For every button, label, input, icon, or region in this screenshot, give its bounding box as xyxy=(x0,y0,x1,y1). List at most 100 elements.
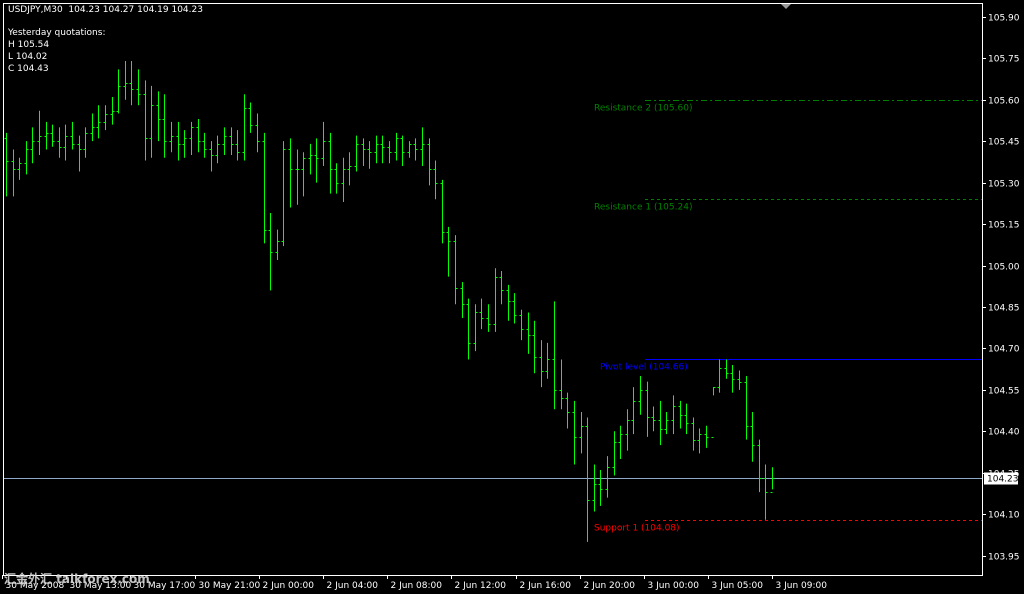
ohlc-bar xyxy=(750,411,755,462)
ohlc-bar xyxy=(63,124,68,161)
y-tick-label: 105.60 xyxy=(988,97,1020,107)
x-tick-label: 3 Jun 00:00 xyxy=(648,581,700,591)
ohlc-bar xyxy=(526,312,531,354)
ohlc-bar xyxy=(387,141,392,164)
ohlc-bar xyxy=(288,138,293,208)
y-tick-label: 104.10 xyxy=(988,511,1020,521)
x-tick-label: 2 Jun 04:00 xyxy=(327,581,379,591)
ohlc-bar xyxy=(248,102,253,133)
ohlc-bar xyxy=(255,113,260,153)
ohlc-bar xyxy=(592,464,597,512)
ohlc-bar xyxy=(268,213,273,291)
ohlc-bar xyxy=(473,304,478,352)
ohlc-bar xyxy=(605,456,610,498)
ohlc-bar xyxy=(83,127,88,158)
y-tick-label: 104.70 xyxy=(988,345,1020,355)
ohlc-bar xyxy=(420,127,425,167)
ohlc-bar xyxy=(684,403,689,435)
ohlc-bar xyxy=(341,157,346,202)
ohlc-bar xyxy=(612,431,617,476)
level-label: Support 1 (104.08) xyxy=(594,524,680,534)
ohlc-bar xyxy=(711,387,716,438)
ohlc-bar xyxy=(295,149,300,205)
ohlc-bar xyxy=(539,340,544,388)
ohlc-bar xyxy=(143,80,148,161)
ohlc-bar xyxy=(17,157,22,180)
level-label: Resistance 1 (105.24) xyxy=(594,203,692,213)
ohlc-bar xyxy=(737,370,742,390)
ohlc-bar xyxy=(301,152,306,197)
ohlc-bar xyxy=(262,132,267,244)
yesterday-quotations-label: Yesterday quotations: xyxy=(8,28,106,38)
pivot-levels: Resistance 2 (105.60) Resistance 1 (105.2… xyxy=(3,100,982,534)
chart-title: USDJPY,M30 104.23 104.27 104.19 104.23 xyxy=(8,5,203,15)
ohlc-bar xyxy=(149,85,154,158)
ohlc-bar xyxy=(222,127,227,155)
ohlc-bar xyxy=(763,464,768,520)
y-tick-label: 104.40 xyxy=(988,428,1020,438)
ohlc-bar xyxy=(162,94,167,158)
ohlc-bar xyxy=(552,301,557,410)
ohlc-bar xyxy=(671,395,676,435)
ohlc-bar xyxy=(664,411,669,435)
y-tick-label: 103.95 xyxy=(988,553,1020,563)
y-tick-label: 105.30 xyxy=(988,180,1020,190)
ohlc-bar xyxy=(308,143,313,175)
ohlc-bar xyxy=(618,425,623,459)
ohlc-bar xyxy=(493,268,498,332)
ohlc-bar xyxy=(724,359,729,379)
x-tick-label: 2 Jun 12:00 xyxy=(455,581,507,591)
ohlc-bar xyxy=(367,141,372,169)
ohlc-bar xyxy=(314,138,319,183)
ohlc-bar xyxy=(704,425,709,448)
y-tick-label: 104.55 xyxy=(988,387,1020,397)
ohlc-bar xyxy=(453,235,458,305)
ohlc-bar xyxy=(585,417,590,542)
current-price-label: 104.23 xyxy=(987,475,1019,485)
ohlc-bar xyxy=(347,152,352,186)
ohlc-bar xyxy=(717,359,722,393)
ohlc-bar xyxy=(57,127,62,158)
ohlc-bar xyxy=(499,271,504,305)
ohlc-bar xyxy=(50,124,55,147)
ohlc-bar xyxy=(176,121,181,161)
ohlc-bar xyxy=(479,298,484,330)
ohlc-bar xyxy=(169,121,174,153)
x-tick-label: 2 Jun 16:00 xyxy=(520,581,572,591)
ohlc-bar xyxy=(374,135,379,164)
ohlc-bar xyxy=(275,229,280,260)
ohlc-bar xyxy=(598,469,603,506)
ohlc-bar xyxy=(744,376,749,440)
ohlc-bar xyxy=(24,141,29,175)
ohlc-bar xyxy=(625,409,630,451)
ohlc-bar xyxy=(189,121,194,155)
ohlc-bar xyxy=(433,160,438,200)
watermark-logo: 汇金外汇 talkforex.com xyxy=(4,572,150,586)
x-tick-label: 3 Jun 09:00 xyxy=(776,581,828,591)
x-tick-label: 2 Jun 20:00 xyxy=(584,581,636,591)
ohlc-bar xyxy=(334,163,339,194)
ohlc-bar xyxy=(156,91,161,142)
ohlc-bar xyxy=(321,121,326,167)
ohlc-bar xyxy=(730,364,735,393)
ohlc-bar xyxy=(103,105,108,131)
ohlc-bar xyxy=(559,359,564,410)
ohlc-bar xyxy=(512,293,517,324)
ohlc-bar xyxy=(579,411,584,454)
price-chart[interactable]: Resistance 2 (105.60) Resistance 1 (105.2… xyxy=(0,0,1024,594)
ohlc-bar xyxy=(70,121,75,150)
ohlc-bar xyxy=(215,135,220,164)
y-tick-label: 105.15 xyxy=(988,221,1020,231)
ohlc-bar xyxy=(361,138,366,167)
ohlc-bar xyxy=(202,132,207,158)
ohlc-bar xyxy=(631,387,636,435)
ohlc-bar xyxy=(11,149,16,197)
ohlc-bar xyxy=(90,113,95,142)
ohlc-bar xyxy=(4,132,9,197)
ohlc-bar xyxy=(757,439,762,493)
ohlc-bar xyxy=(110,96,115,125)
ohlc-bar xyxy=(44,121,49,150)
plot-frame xyxy=(3,3,983,576)
ohlc-bar xyxy=(235,130,240,161)
ohlc-bar xyxy=(440,179,445,244)
